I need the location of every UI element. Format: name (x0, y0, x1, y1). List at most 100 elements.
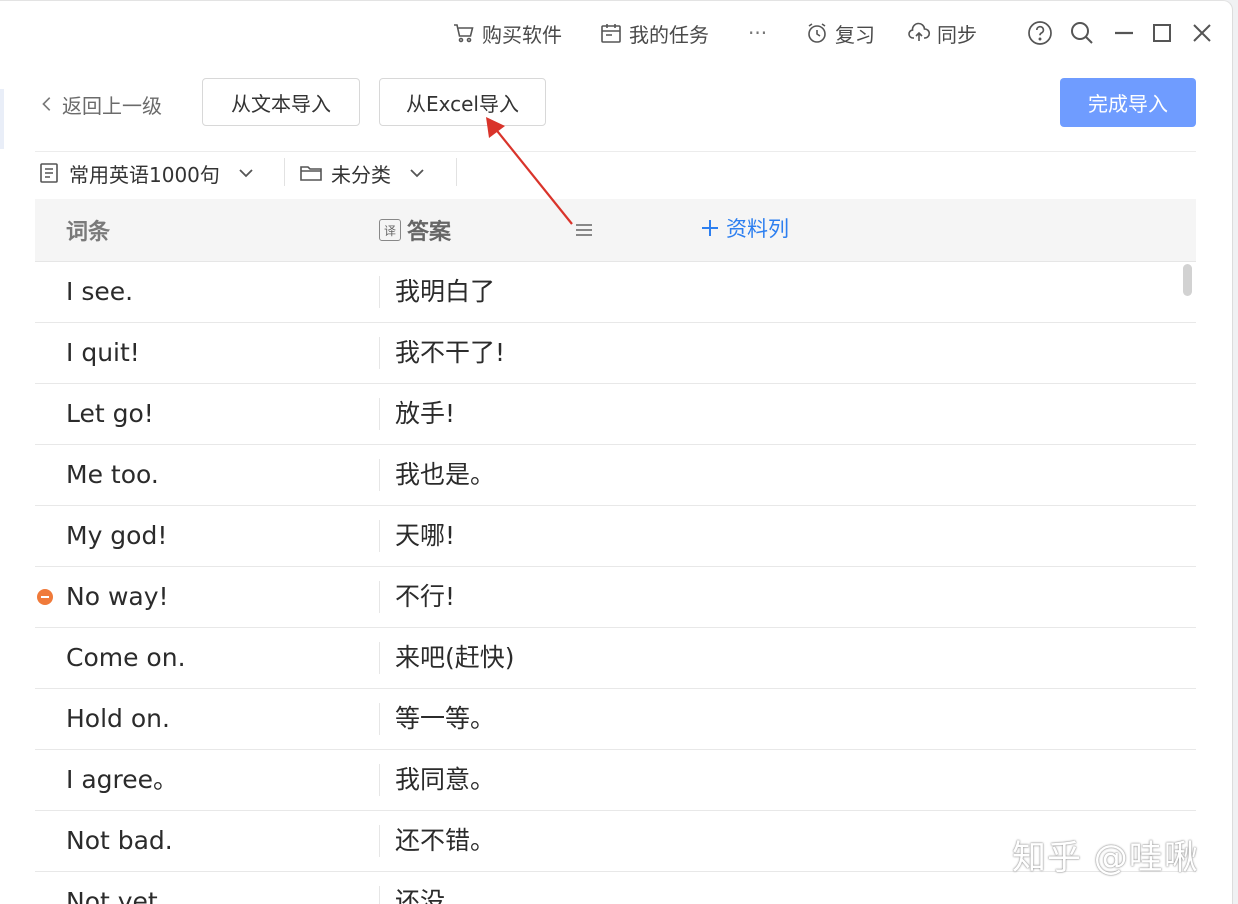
term-cell[interactable]: Hold on. (66, 689, 170, 749)
answer-cell[interactable]: 还没。 (395, 872, 470, 904)
selector-separator (456, 158, 457, 186)
app-window: 购买软件 我的任务 ··· 复习 同步 返回上一级 从文本导入 从Excel导入… (0, 0, 1233, 904)
minimize-button[interactable] (1108, 17, 1140, 49)
answer-cell[interactable]: 我同意。 (395, 750, 495, 810)
table-row[interactable]: My god! 天哪! (35, 506, 1196, 567)
review-label: 复习 (835, 22, 875, 47)
left-edge-accent (0, 89, 4, 149)
sync-label: 同步 (937, 22, 977, 47)
answer-cell[interactable]: 我明白了 (395, 262, 495, 322)
term-cell[interactable]: Not yet. (66, 872, 166, 904)
column-header-term[interactable]: 词条 (66, 214, 110, 246)
sync-button[interactable]: 同步 (907, 19, 977, 47)
category-selector[interactable]: 未分类 (299, 155, 429, 191)
cell-divider (379, 276, 380, 308)
more-menu-button[interactable]: ··· (748, 19, 767, 47)
column-menu-button[interactable] (573, 214, 595, 246)
cell-divider (379, 825, 380, 857)
finish-import-button[interactable]: 完成导入 (1060, 78, 1196, 127)
search-button[interactable] (1066, 17, 1098, 49)
cell-divider (379, 337, 380, 369)
table-header: 词条 译 答案 资料列 (35, 199, 1196, 262)
toolbar-divider (35, 151, 1196, 152)
cell-divider (379, 764, 380, 796)
cell-divider (379, 459, 380, 491)
answer-cell[interactable]: 等一等。 (395, 689, 495, 749)
import-table: 词条 译 答案 资料列 I see. 我明白了 I quit! 我不干了! Le… (35, 199, 1196, 904)
cell-divider (379, 581, 380, 613)
table-row[interactable]: Come on. 来吧(赶快) (35, 628, 1196, 689)
term-cell[interactable]: Me too. (66, 445, 159, 505)
table-row[interactable]: Me too. 我也是。 (35, 445, 1196, 506)
import-from-text-button[interactable]: 从文本导入 (202, 78, 360, 126)
deck-name: 常用英语1000句 (69, 162, 220, 187)
deck-selector[interactable]: 常用英语1000句 (37, 155, 258, 191)
help-button[interactable] (1024, 17, 1056, 49)
chevron-down-icon (239, 169, 253, 178)
answer-cell[interactable]: 来吧(赶快) (395, 628, 515, 688)
back-button[interactable]: 返回上一级 (38, 87, 162, 121)
cell-divider (379, 520, 380, 552)
term-cell[interactable]: I quit! (66, 323, 140, 383)
add-column-label: 资料列 (726, 217, 789, 241)
term-cell[interactable]: No way! (66, 567, 169, 627)
minimize-icon (1115, 31, 1133, 35)
cell-divider (379, 703, 380, 735)
add-data-column-button[interactable]: 资料列 (700, 213, 789, 243)
answer-cell[interactable]: 放手! (395, 384, 455, 444)
buy-software-button[interactable]: 购买软件 (452, 19, 562, 47)
table-row[interactable]: No way! 不行! (35, 567, 1196, 628)
close-icon (1193, 24, 1211, 42)
back-label: 返回上一级 (62, 93, 162, 118)
my-tasks-label: 我的任务 (629, 22, 709, 47)
cart-icon (454, 24, 474, 43)
answer-header-label: 答案 (407, 220, 452, 245)
term-header-label: 词条 (66, 220, 111, 245)
buy-software-label: 购买软件 (482, 22, 562, 47)
more-label: ··· (748, 21, 768, 45)
alarm-clock-icon (808, 23, 826, 43)
cell-divider (379, 398, 380, 430)
document-icon (40, 163, 58, 183)
table-body: I see. 我明白了 I quit! 我不干了! Let go! 放手! Me… (35, 262, 1196, 904)
term-cell[interactable]: Let go! (66, 384, 154, 444)
maximize-button[interactable] (1146, 17, 1178, 49)
table-row[interactable]: Hold on. 等一等。 (35, 689, 1196, 750)
table-row[interactable]: I quit! 我不干了! (35, 323, 1196, 384)
term-cell[interactable]: My god! (66, 506, 167, 566)
table-row[interactable]: I agree。 我同意。 (35, 750, 1196, 811)
maximize-icon (1153, 24, 1171, 42)
answer-cell[interactable]: 天哪! (395, 506, 455, 566)
cloud-upload-icon (908, 22, 931, 41)
answer-cell[interactable]: 不行! (395, 567, 455, 627)
import-from-excel-button[interactable]: 从Excel导入 (379, 78, 546, 126)
remove-row-icon[interactable] (37, 589, 53, 605)
selector-separator (284, 158, 285, 186)
help-icon (1028, 21, 1052, 45)
translate-badge-icon: 译 (379, 219, 401, 241)
title-bar: 购买软件 我的任务 ··· 复习 同步 (0, 1, 1232, 63)
menu-lines-icon (576, 224, 592, 236)
category-name: 未分类 (331, 162, 391, 187)
table-scrollbar[interactable] (1183, 264, 1192, 296)
calendar-icon (601, 24, 621, 43)
term-cell[interactable]: Come on. (66, 628, 186, 688)
table-row[interactable]: Let go! 放手! (35, 384, 1196, 445)
my-tasks-button[interactable]: 我的任务 (599, 19, 709, 47)
cell-divider (379, 642, 380, 674)
term-cell[interactable]: I see. (66, 262, 133, 322)
answer-cell[interactable]: 还不错。 (395, 811, 495, 871)
column-header-answer[interactable]: 译 答案 (379, 214, 451, 246)
term-cell[interactable]: I agree。 (66, 750, 178, 810)
answer-cell[interactable]: 我不干了! (395, 323, 505, 383)
chevron-left-icon (42, 97, 51, 111)
review-button[interactable]: 复习 (805, 19, 875, 47)
plus-icon (702, 220, 718, 236)
close-button[interactable] (1186, 17, 1218, 49)
term-cell[interactable]: Not bad. (66, 811, 173, 871)
answer-cell[interactable]: 我也是。 (395, 445, 495, 505)
folder-icon (300, 166, 322, 181)
watermark: 知乎 @哇啾 (1012, 838, 1199, 878)
search-icon (1071, 22, 1093, 44)
table-row[interactable]: I see. 我明白了 (35, 262, 1196, 323)
